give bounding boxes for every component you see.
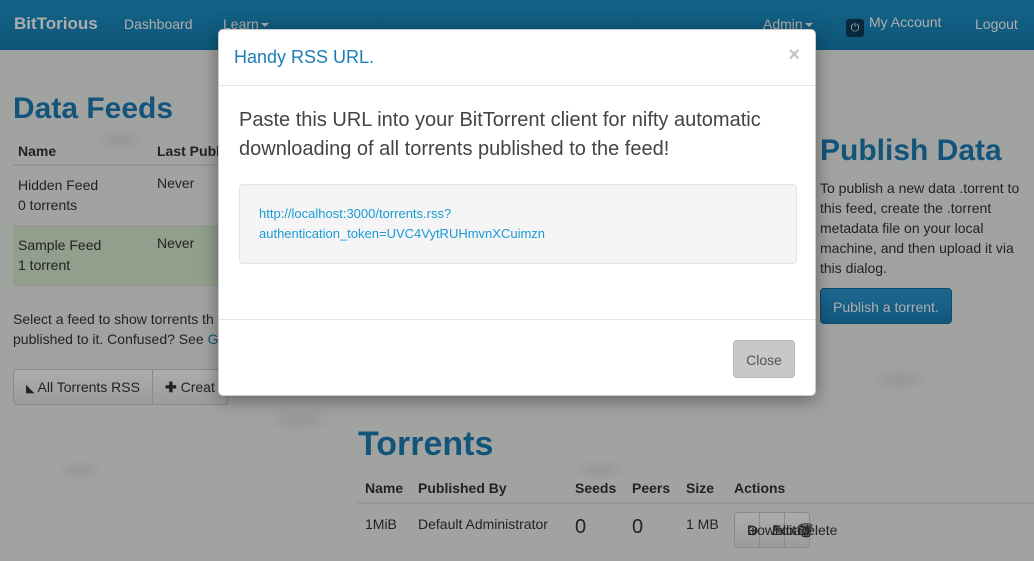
close-button[interactable]: Close xyxy=(733,340,795,378)
rss-url-line2: authentication_token=UVC4VytRUHmvnXCuimz… xyxy=(259,226,546,241)
modal-footer: Close xyxy=(219,319,815,397)
rss-url-well: http://localhost:3000/torrents.rss? auth… xyxy=(239,184,797,264)
rss-url-modal: Handy RSS URL. × Paste this URL into you… xyxy=(218,29,816,396)
close-icon[interactable]: × xyxy=(788,44,800,67)
modal-lead-text: Paste this URL into your BitTorrent clie… xyxy=(239,109,761,160)
rss-url-link[interactable]: http://localhost:3000/torrents.rss? auth… xyxy=(259,204,545,244)
modal-header: Handy RSS URL. × xyxy=(219,30,815,86)
rss-url-line1: http://localhost:3000/torrents.rss? xyxy=(259,206,452,221)
modal-title: Handy RSS URL. xyxy=(234,47,375,67)
